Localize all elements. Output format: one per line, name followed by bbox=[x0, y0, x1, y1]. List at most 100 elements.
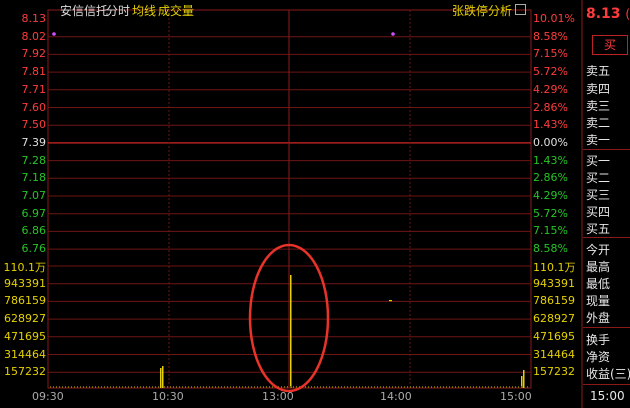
volume-tick bbox=[437, 386, 438, 388]
volume-tick bbox=[251, 386, 252, 388]
price-label-left: 7.39 bbox=[21, 135, 47, 149]
volume-tick bbox=[188, 386, 189, 388]
volume-tick bbox=[521, 386, 522, 388]
volume-tick bbox=[494, 386, 495, 388]
volume-tick bbox=[335, 386, 336, 388]
volume-tick bbox=[212, 386, 213, 388]
volume-tick bbox=[143, 386, 144, 388]
volume-tick bbox=[368, 386, 369, 388]
volume-tick bbox=[323, 386, 324, 388]
price-label-left: 7.18 bbox=[21, 171, 47, 185]
time-divider bbox=[583, 384, 630, 385]
volume-tick bbox=[95, 386, 96, 388]
volume-tick bbox=[173, 386, 174, 388]
price-dot-late bbox=[391, 32, 395, 36]
percent-label-right: 7.15% bbox=[533, 224, 568, 238]
volume-tick bbox=[401, 386, 402, 388]
buy-button[interactable]: 买 bbox=[592, 35, 628, 55]
percent-label-right: 5.72% bbox=[533, 65, 568, 79]
percent-label-right: 8.58% bbox=[533, 242, 568, 256]
volume-tick bbox=[104, 386, 105, 388]
volume-tick bbox=[290, 386, 291, 388]
volume-tick bbox=[365, 386, 366, 388]
volume-label-left: 628927 bbox=[4, 312, 46, 326]
volume-tick bbox=[449, 386, 450, 388]
bid-4: 买四 bbox=[586, 205, 611, 219]
volume-label-left: 110.1万 bbox=[3, 261, 47, 274]
volume-tick bbox=[134, 386, 135, 388]
avg-line-label[interactable]: 均线 bbox=[132, 2, 156, 19]
volume-tick bbox=[515, 386, 516, 388]
volume-tick bbox=[131, 386, 132, 388]
volume-tick bbox=[194, 386, 195, 388]
price-label-left: 8.13 bbox=[21, 12, 47, 25]
volume-tick bbox=[311, 386, 312, 388]
volume-tick bbox=[50, 386, 51, 388]
volume-tick bbox=[140, 386, 141, 388]
percent-label-right: 4.29% bbox=[533, 82, 568, 96]
toolbar-toggle-button[interactable] bbox=[515, 4, 526, 15]
volume-tick bbox=[107, 386, 108, 388]
volume-tick bbox=[461, 386, 462, 388]
volume-label[interactable]: 成交量 bbox=[158, 2, 194, 19]
volume-tick bbox=[71, 386, 72, 388]
volume-tick bbox=[122, 386, 123, 388]
volume-tick bbox=[386, 386, 387, 388]
volume-tick bbox=[197, 386, 198, 388]
time-label-1400: 14:00 bbox=[380, 390, 412, 403]
current-price: 8.13 ( bbox=[586, 6, 630, 22]
intraday-chart-window: 安信信托 分时 均线 成交量 张跌停分析 8.13 ( 买 8.13 8.02 7.… bbox=[0, 0, 630, 408]
price-label-left: 7.71 bbox=[21, 82, 47, 96]
volume-tick bbox=[338, 386, 339, 388]
percent-label-right: 2.86% bbox=[533, 171, 568, 185]
volume-tick bbox=[215, 386, 216, 388]
side-time: 15:00 bbox=[590, 389, 625, 403]
volume-tick bbox=[476, 386, 477, 388]
volume-tick bbox=[242, 386, 243, 388]
bid-3: 买三 bbox=[586, 188, 611, 202]
volume-tick bbox=[383, 386, 384, 388]
quote-outer: 外盘 bbox=[586, 311, 611, 325]
volume-tick bbox=[524, 386, 525, 388]
volume-tick bbox=[77, 386, 78, 388]
volume-tick bbox=[128, 386, 129, 388]
volume-tick bbox=[245, 386, 246, 388]
stat-net-assets: 净资 bbox=[586, 350, 611, 364]
volume-tick bbox=[200, 386, 201, 388]
tab-intraday[interactable]: 分时 bbox=[106, 2, 130, 19]
volume-tick bbox=[218, 386, 219, 388]
volume-tick bbox=[266, 386, 267, 388]
volume-tick bbox=[281, 386, 282, 388]
volume-tick bbox=[413, 386, 414, 388]
stock-name: 安信信托 bbox=[60, 4, 109, 18]
volume-tick bbox=[419, 386, 420, 388]
volume-tick bbox=[80, 386, 81, 388]
percent-label-right: 10.01% bbox=[533, 12, 575, 25]
volume-tick bbox=[83, 386, 84, 388]
volume-tick bbox=[470, 386, 471, 388]
volume-tick bbox=[239, 386, 240, 388]
volume-tick bbox=[491, 386, 492, 388]
volume-tick bbox=[512, 386, 513, 388]
volume-tick bbox=[56, 386, 57, 388]
volume-label-left: 157232 bbox=[4, 365, 46, 379]
volume-tick bbox=[425, 386, 426, 388]
limit-analysis-link[interactable]: 张跌停分析 bbox=[452, 2, 512, 19]
volume-tick bbox=[503, 386, 504, 388]
bid-5: 买五 bbox=[586, 222, 611, 236]
stats-divider bbox=[583, 327, 630, 328]
quote-low: 最低 bbox=[586, 277, 611, 291]
volume-tick bbox=[110, 386, 111, 388]
volume-tick bbox=[185, 386, 186, 388]
volume-tick bbox=[527, 386, 528, 388]
volume-tick bbox=[161, 386, 162, 388]
ask-1: 卖一 bbox=[586, 133, 611, 147]
price-label-left: 7.81 bbox=[21, 65, 47, 79]
volume-tick bbox=[488, 386, 489, 388]
volume-tick bbox=[236, 386, 237, 388]
percent-label-right: 7.15% bbox=[533, 47, 568, 61]
volume-tick bbox=[404, 386, 405, 388]
volume-tick bbox=[191, 386, 192, 388]
volume-tick bbox=[230, 386, 231, 388]
volume-tick bbox=[203, 386, 204, 388]
